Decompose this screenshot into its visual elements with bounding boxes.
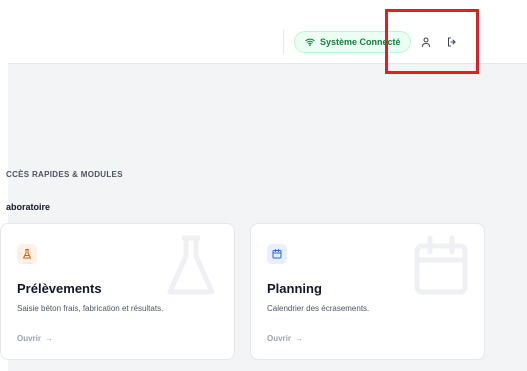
card-title: Planning [267, 281, 322, 296]
card-title: Prélèvements [17, 281, 102, 296]
status-label: Système Connecté [320, 37, 401, 47]
arrow-right-icon: → [295, 334, 304, 343]
logout-icon [448, 37, 456, 47]
header-divider [283, 30, 284, 54]
card-icon-tile [267, 244, 287, 264]
user-profile-button[interactable] [418, 34, 434, 50]
card-description: Saisie béton frais, fabrication et résul… [17, 304, 164, 313]
card-description: Calendrier des écrasements. [267, 304, 370, 313]
flask-icon [23, 249, 31, 259]
card-link-label: Ouvrir [267, 334, 292, 343]
calendar-icon [272, 249, 282, 259]
card-open-link[interactable]: Ouvrir → [267, 334, 303, 343]
calendar-watermark-icon [414, 235, 468, 295]
module-card-planning[interactable]: Planning Calendrier des écrasements. Ouv… [250, 223, 485, 360]
logout-button[interactable] [444, 34, 460, 50]
wifi-icon [305, 38, 315, 47]
flask-watermark-icon [167, 235, 215, 295]
card-open-link[interactable]: Ouvrir → [17, 334, 53, 343]
card-icon-tile [17, 244, 37, 264]
arrow-right-icon: → [45, 334, 54, 343]
module-card-prelevements[interactable]: Prélèvements Saisie béton frais, fabrica… [0, 223, 235, 360]
top-header: Système Connecté [8, 0, 527, 64]
user-icon [422, 37, 430, 47]
group-title: aboratoire [6, 202, 51, 212]
section-title: CCÈS RAPIDES & MODULES [6, 170, 123, 179]
connection-status-badge: Système Connecté [294, 31, 411, 53]
card-link-label: Ouvrir [17, 334, 42, 343]
